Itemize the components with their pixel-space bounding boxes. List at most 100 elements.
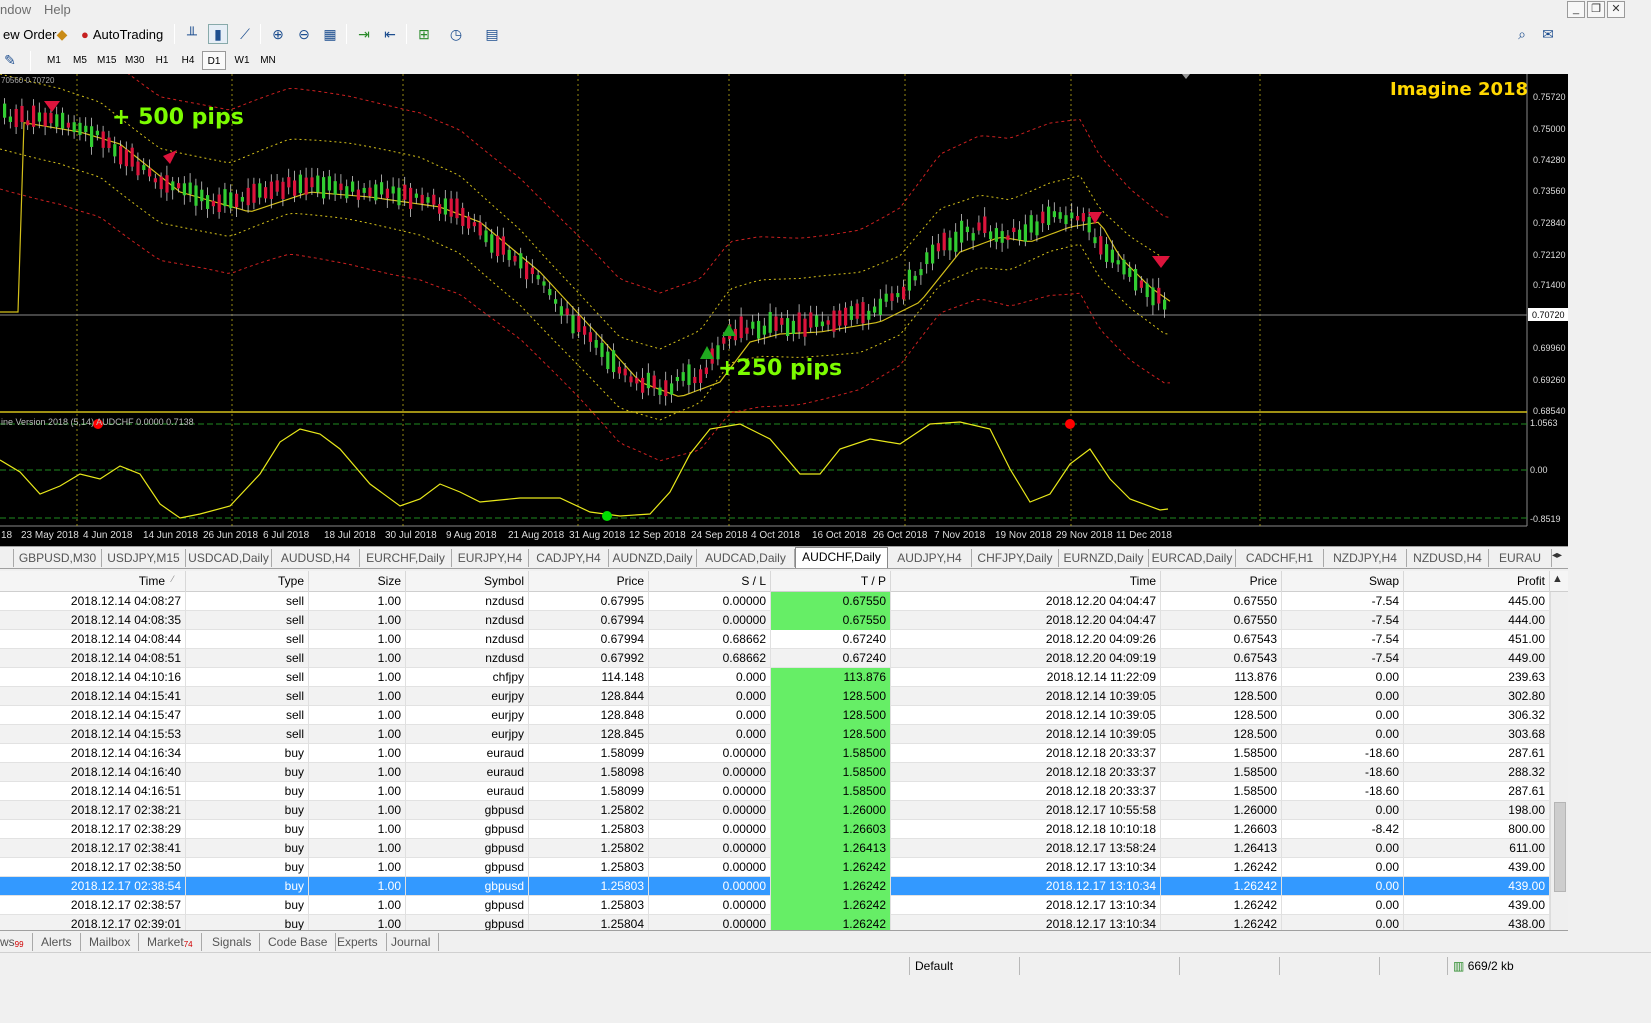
chart-shift-icon[interactable]: ⇤ [380, 24, 400, 44]
chart-tab-cadjpy-h4[interactable]: CADJPY,H4 [529, 549, 609, 567]
tab-scroll-arrows-icon[interactable]: ◂▸ [1552, 550, 1562, 561]
scrollbar-thumb[interactable] [1554, 802, 1566, 892]
new-order-button[interactable]: ew Order [0, 23, 59, 45]
chart-tab-nzdjpy-h4[interactable]: NZDJPY,H4 [1324, 549, 1407, 567]
chart-tab-usdjpy-m15[interactable]: USDJPY,M15 [102, 549, 186, 567]
table-row[interactable]: 2018.12.14 04:16:51 buy 1.00 euraud 1.58099 0… [0, 782, 1550, 801]
templates-icon[interactable]: ▤ [482, 24, 502, 44]
chart-tab-audcad-daily[interactable]: AUDCAD,Daily [697, 549, 795, 567]
zoom-in-icon[interactable]: ⊕ [268, 24, 288, 44]
timeframe-h1-button[interactable]: H1 [150, 51, 174, 70]
column-header-type[interactable]: Type [186, 571, 309, 592]
timeframe-d1-button[interactable]: D1 [202, 51, 226, 70]
cell-swap: 0.00 [1282, 687, 1404, 706]
terminal-tab-journal[interactable]: Journal [385, 933, 440, 951]
column-header-price[interactable]: Price [1161, 571, 1282, 592]
terminal-tab-alerts[interactable]: Alerts [35, 933, 81, 951]
timeframe-m1-button[interactable]: M1 [42, 51, 66, 70]
autotrading-button[interactable]: ● AutoTrading [78, 23, 166, 45]
table-row[interactable]: 2018.12.14 04:15:53 sell 1.00 eurjpy 128.845… [0, 725, 1550, 744]
terminal-tab-badge: 74 [183, 940, 193, 949]
chat-icon[interactable]: ✉ [1538, 24, 1558, 44]
candle-body [762, 325, 766, 335]
indicators-icon[interactable]: ⊞ [414, 24, 434, 44]
timeframe-m30-button[interactable]: M30 [122, 51, 147, 70]
line-chart-icon[interactable]: ⟋ [235, 24, 255, 44]
timeframe-m15-button[interactable]: M15 [94, 51, 119, 70]
periods-icon[interactable]: ◷ [446, 24, 466, 44]
timeframe-w1-button[interactable]: W1 [230, 51, 254, 70]
chart-tab-chfjpy-daily[interactable]: CHFJPY,Daily [972, 549, 1059, 567]
column-header-t-p[interactable]: T / P [771, 571, 891, 592]
table-row[interactable]: 2018.12.17 02:38:41 buy 1.00 gbpusd 1.25802 0… [0, 839, 1550, 858]
search-icon[interactable]: ⌕ [1512, 24, 1532, 44]
column-header-swap[interactable]: Swap [1282, 571, 1404, 592]
chart-tab-nzdusd-h4[interactable]: NZDUSD,H4 [1407, 549, 1489, 567]
vertical-scrollbar[interactable] [1550, 592, 1568, 930]
restore-icon[interactable]: ❐ [1587, 1, 1605, 18]
table-row[interactable]: 2018.12.14 04:15:47 sell 1.00 eurjpy 128.848… [0, 706, 1550, 725]
tile-windows-icon[interactable]: ▦ [320, 24, 340, 44]
table-row[interactable]: 2018.12.17 02:38:54 buy 1.00 gbpusd 1.25803 0… [0, 877, 1550, 896]
candle-body [548, 289, 552, 296]
chart-tab-eurau[interactable]: EURAU [1489, 549, 1552, 567]
close-icon[interactable]: ✕ [1607, 1, 1625, 18]
chart-tab-cadchf-h1[interactable]: CADCHF,H1 [1236, 549, 1324, 567]
minimize-icon[interactable]: _ [1567, 1, 1585, 18]
table-row[interactable]: 2018.12.14 04:08:51 sell 1.00 nzdusd 0.67992… [0, 649, 1550, 668]
table-row[interactable]: 2018.12.14 04:08:27 sell 1.00 nzdusd 0.67995… [0, 592, 1550, 611]
symtab-scroll-left[interactable] [0, 549, 14, 567]
terminal-tab-market[interactable]: Market74 [141, 933, 202, 951]
terminal-tab-experts[interactable]: Experts [331, 933, 387, 951]
candle-body [1052, 211, 1056, 218]
timeframe-h4-button[interactable]: H4 [176, 51, 200, 70]
table-row[interactable]: 2018.12.14 04:10:16 sell 1.00 chfjpy 114.148… [0, 668, 1550, 687]
chart-tab-eurchf-daily[interactable]: EURCHF,Daily [360, 549, 452, 567]
timeframe-m5-button[interactable]: M5 [68, 51, 92, 70]
column-header-time[interactable]: Time [891, 571, 1161, 592]
candlestick-chart-icon[interactable]: ▮ [208, 24, 228, 44]
table-row[interactable]: 2018.12.17 02:38:57 buy 1.00 gbpusd 1.25803 0… [0, 896, 1550, 915]
chart-tab-audchf-daily[interactable]: AUDCHF,Daily [795, 547, 888, 568]
column-header-price[interactable]: Price [529, 571, 649, 592]
table-row[interactable]: 2018.12.14 04:16:40 buy 1.00 euraud 1.58098 0… [0, 763, 1550, 782]
zoom-out-icon[interactable]: ⊖ [294, 24, 314, 44]
table-row[interactable]: 2018.12.17 02:38:29 buy 1.00 gbpusd 1.25803 0… [0, 820, 1550, 839]
chart-tab-eurcad-daily[interactable]: EURCAD,Daily [1149, 549, 1236, 567]
column-header-s-l[interactable]: S / L [649, 571, 771, 592]
table-row[interactable]: 2018.12.14 04:08:44 sell 1.00 nzdusd 0.67994… [0, 630, 1550, 649]
menu-window[interactable]: ndow [0, 2, 31, 17]
table-row[interactable]: 2018.12.17 02:39:01 buy 1.00 gbpusd 1.25804 0… [0, 915, 1550, 930]
column-header-symbol[interactable]: Symbol [406, 571, 529, 592]
auto-scroll-icon[interactable]: ⇥ [354, 24, 374, 44]
terminal-tab-mailbox[interactable]: Mailbox [83, 933, 140, 951]
table-row[interactable]: 2018.12.14 04:16:34 buy 1.00 euraud 1.58099 0… [0, 744, 1550, 763]
candle-body [20, 105, 24, 123]
menu-help[interactable]: Help [44, 2, 71, 17]
terminal-tab-signals[interactable]: Signals [206, 933, 261, 951]
chart-tab-eurnzd-daily[interactable]: EURNZD,Daily [1059, 549, 1149, 567]
column-header-size[interactable]: Size [309, 571, 406, 592]
chart-canvas[interactable]: 0.75720 0.75000 0.74280 0.73560 0.72840 0.721… [0, 74, 1568, 546]
table-row[interactable]: 2018.12.14 04:15:41 sell 1.00 eurjpy 128.844… [0, 687, 1550, 706]
chart-tab-usdcad-daily[interactable]: USDCAD,Daily [186, 549, 272, 567]
chart-tab-audusd-h4[interactable]: AUDUSD,H4 [272, 549, 360, 567]
chart-tab-audjpy-h4[interactable]: AUDJPY,H4 [888, 549, 972, 567]
cell-open-time: 2018.12.14 04:10:16 [0, 668, 186, 687]
timeframe-mn-button[interactable]: MN [256, 51, 280, 70]
price-chart[interactable]: 0.75720 0.75000 0.74280 0.73560 0.72840 0.721… [0, 74, 1568, 546]
chart-tab-audnzd-daily[interactable]: AUDNZD,Daily [609, 549, 697, 567]
column-header-time[interactable]: Time [0, 571, 186, 592]
history-center-icon[interactable]: ◆ [52, 24, 72, 44]
terminal-tab-ws[interactable]: ws99 [0, 933, 33, 951]
table-row[interactable]: 2018.12.17 02:38:21 buy 1.00 gbpusd 1.25802 0… [0, 801, 1550, 820]
chart-tab-gbpusd-m30[interactable]: GBPUSD,M30 [14, 549, 102, 567]
settings-icon[interactable]: ▲ [1552, 573, 1563, 585]
chart-tab-eurjpy-h4[interactable]: EURJPY,H4 [452, 549, 529, 567]
terminal-tab-code-base[interactable]: Code Base [262, 933, 337, 951]
column-header-profit[interactable]: Profit [1404, 571, 1550, 592]
table-row[interactable]: 2018.12.17 02:38:50 buy 1.00 gbpusd 1.25803 0… [0, 858, 1550, 877]
drawing-tools-icon[interactable]: ✎ [0, 50, 20, 70]
bar-chart-icon[interactable]: ╨ [182, 24, 202, 44]
table-row[interactable]: 2018.12.14 04:08:35 sell 1.00 nzdusd 0.67994… [0, 611, 1550, 630]
